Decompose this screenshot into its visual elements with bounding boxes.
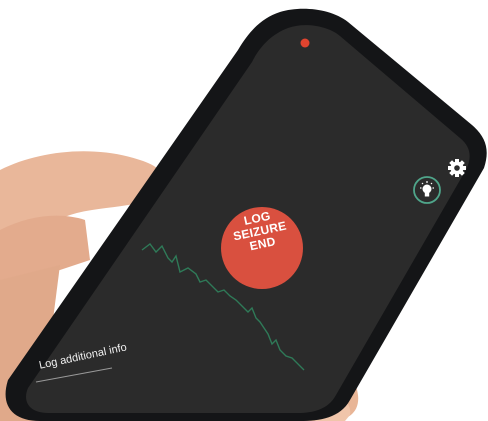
settings-gear-icon[interactable] <box>448 159 466 177</box>
recording-dot-icon <box>300 38 310 48</box>
log-seizure-end-button[interactable] <box>221 207 303 289</box>
